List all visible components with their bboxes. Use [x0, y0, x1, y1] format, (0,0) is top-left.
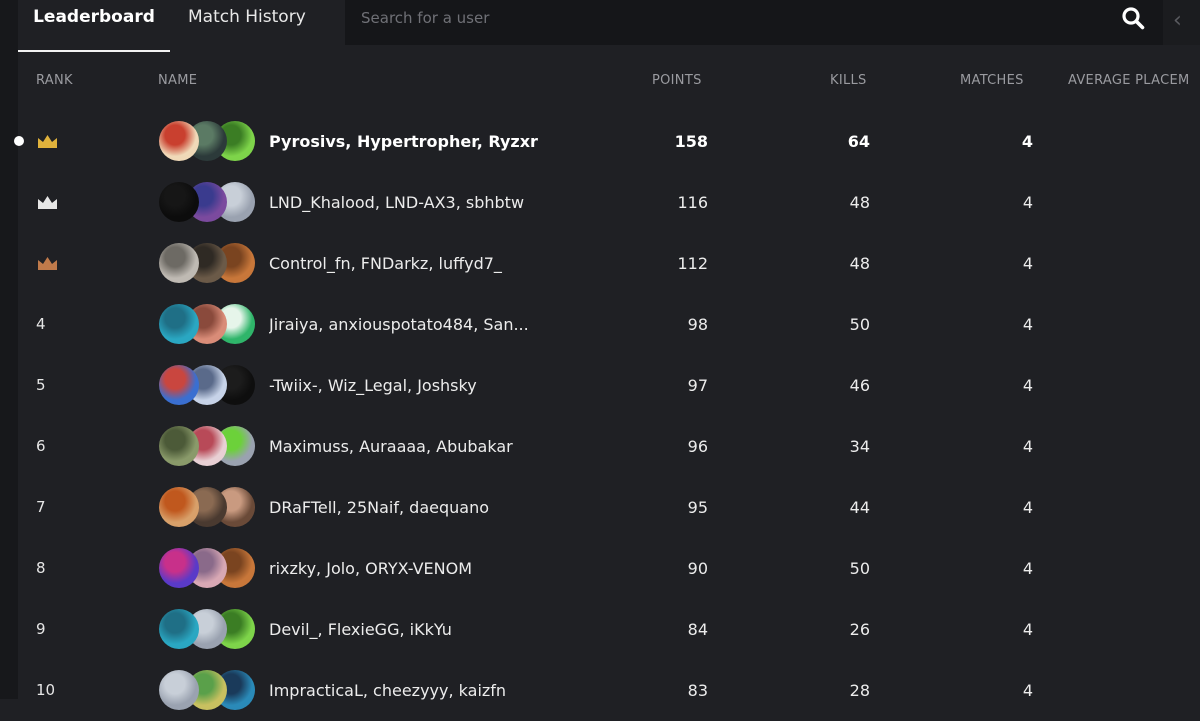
table-header: RANK NAME POINTS KILLS MATCHES AVERAGE P…	[0, 73, 1200, 91]
team-names[interactable]: rixzky, Jolo, ORYX-VENOM	[269, 538, 569, 599]
table-row[interactable]: 4 Jiraiya, anxiouspotato484, San... 98 50 4	[18, 294, 1200, 355]
matches-value: 4	[1022, 193, 1033, 212]
kills-value: 48	[849, 193, 870, 212]
points-value: 158	[674, 132, 708, 151]
rank-number: 8	[36, 559, 46, 577]
avatar[interactable]	[159, 487, 199, 527]
team-names[interactable]: ImpracticaL, cheezyyy, kaizfn	[269, 660, 569, 721]
kills-value: 44	[849, 498, 870, 517]
points-value: 83	[687, 681, 708, 700]
kills-value: 26	[849, 620, 870, 639]
avatar[interactable]	[159, 182, 199, 222]
matches-value: 4	[1022, 376, 1033, 395]
matches-value: 4	[1022, 498, 1033, 517]
column-header-matches[interactable]: MATCHES	[960, 73, 1024, 88]
crown-gold-icon	[38, 135, 57, 148]
avatar[interactable]	[159, 365, 199, 405]
matches-value: 4	[1022, 620, 1033, 639]
table-row[interactable]: 7 DRaFTell, 25Naif, daequano 95 44 4	[18, 477, 1200, 538]
left-edge-panel	[0, 0, 18, 699]
points-value: 97	[687, 376, 708, 395]
kills-value: 28	[849, 681, 870, 700]
rank-number: 7	[36, 498, 46, 516]
search-icon[interactable]	[1121, 6, 1145, 30]
column-header-kills[interactable]: KILLS	[830, 73, 867, 88]
team-names[interactable]: LND_Khalood, LND-AX3, sbhbtw	[269, 172, 569, 233]
tab-bar: Leaderboard Match History	[18, 0, 344, 52]
avatar[interactable]	[159, 548, 199, 588]
rank-number: 6	[36, 437, 46, 455]
team-avatars	[159, 121, 255, 163]
team-names[interactable]: Maximuss, Auraaaa, Abubakar	[269, 416, 569, 477]
tab-leaderboard[interactable]: Leaderboard	[18, 0, 170, 52]
team-avatars	[159, 426, 255, 468]
points-value: 96	[687, 437, 708, 456]
rank-number: 4	[36, 315, 46, 333]
matches-value: 4	[1022, 559, 1033, 578]
tab-match-history[interactable]: Match History	[188, 0, 306, 52]
points-value: 98	[687, 315, 708, 334]
column-header-points[interactable]: POINTS	[652, 73, 702, 88]
table-row[interactable]: 6 Maximuss, Auraaaa, Abubakar 96 34 4	[18, 416, 1200, 477]
points-value: 90	[687, 559, 708, 578]
team-avatars	[159, 182, 255, 224]
team-avatars	[159, 365, 255, 407]
team-avatars	[159, 548, 255, 590]
rank-number: 10	[36, 681, 56, 699]
table-row[interactable]: Pyrosivs, Hypertropher, Ryzxr 158 64 4	[14, 111, 1200, 172]
avatar[interactable]	[159, 670, 199, 710]
kills-value: 64	[847, 132, 870, 151]
team-avatars	[159, 609, 255, 651]
table-row[interactable]: Control_fn, FNDarkz, luffyd7_ 112 48 4	[18, 233, 1200, 294]
points-value: 84	[687, 620, 708, 639]
matches-value: 4	[1022, 254, 1033, 273]
team-avatars	[159, 304, 255, 346]
matches-value: 4	[1022, 681, 1033, 700]
points-value: 95	[687, 498, 708, 517]
crown-bronze-icon	[38, 257, 57, 270]
column-header-average-placement[interactable]: AVERAGE PLACEM	[1068, 73, 1190, 88]
table-row[interactable]: 9 Devil_, FlexieGG, iKkYu 84 26 4	[18, 599, 1200, 660]
team-names[interactable]: DRaFTell, 25Naif, daequano	[269, 477, 569, 538]
avatar[interactable]	[159, 304, 199, 344]
points-value: 116	[677, 193, 708, 212]
team-names[interactable]: Control_fn, FNDarkz, luffyd7_	[269, 233, 569, 294]
kills-value: 50	[849, 559, 870, 578]
team-names[interactable]: -Twiix-, Wiz_Legal, Joshsky	[269, 355, 569, 416]
current-marker-dot	[14, 136, 24, 146]
matches-value: 4	[1022, 437, 1033, 456]
table-row[interactable]: 5 -Twiix-, Wiz_Legal, Joshsky 97 46 4	[18, 355, 1200, 416]
search-bar	[345, 0, 1163, 45]
team-names[interactable]: Jiraiya, anxiouspotato484, San...	[269, 294, 569, 355]
kills-value: 46	[849, 376, 870, 395]
matches-value: 4	[1021, 132, 1033, 151]
kills-value: 34	[849, 437, 870, 456]
rank-number: 9	[36, 620, 46, 638]
team-avatars	[159, 243, 255, 285]
kills-value: 48	[849, 254, 870, 273]
table-row[interactable]: 10 ImpracticaL, cheezyyy, kaizfn 83 28 4	[18, 660, 1200, 721]
avatar[interactable]	[159, 609, 199, 649]
column-header-rank[interactable]: RANK	[36, 73, 73, 88]
search-input[interactable]	[345, 0, 1101, 35]
table-row[interactable]: LND_Khalood, LND-AX3, sbhbtw 116 48 4	[18, 172, 1200, 233]
avatar[interactable]	[159, 121, 199, 161]
team-avatars	[159, 670, 255, 712]
avatar[interactable]	[159, 243, 199, 283]
table-row[interactable]: 8 rixzky, Jolo, ORYX-VENOM 90 50 4	[18, 538, 1200, 599]
team-names[interactable]: Devil_, FlexieGG, iKkYu	[269, 599, 569, 660]
matches-value: 4	[1022, 315, 1033, 334]
team-names[interactable]: Pyrosivs, Hypertropher, Ryzxr	[269, 111, 569, 172]
collapse-panel-button[interactable]: ‹	[1163, 0, 1200, 45]
crown-silver-icon	[38, 196, 57, 209]
chevron-left-icon: ‹	[1173, 8, 1182, 33]
team-avatars	[159, 487, 255, 529]
points-value: 112	[677, 254, 708, 273]
column-header-name[interactable]: NAME	[158, 73, 197, 88]
rank-number: 5	[36, 376, 46, 394]
avatar[interactable]	[159, 426, 199, 466]
kills-value: 50	[849, 315, 870, 334]
